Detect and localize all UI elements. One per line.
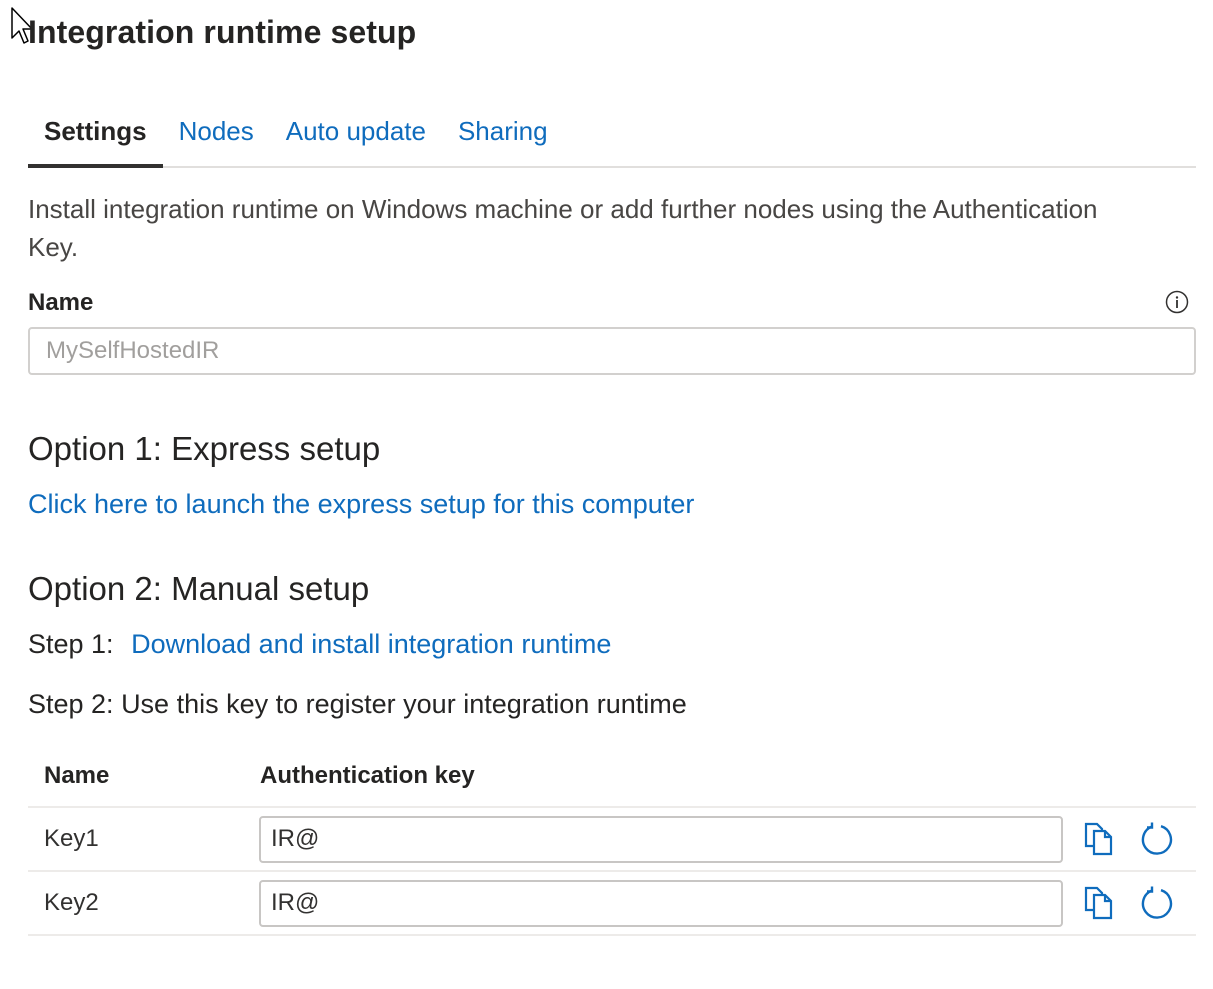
refresh-icon: [1141, 886, 1173, 919]
download-runtime-link[interactable]: Download and install integration runtime: [131, 629, 611, 659]
key1-value-field[interactable]: [259, 815, 1063, 863]
tab-settings[interactable]: Settings: [28, 108, 163, 168]
copy-key1-button[interactable]: [1079, 819, 1119, 859]
table-row: Key1: [28, 808, 1196, 872]
step1-row: Step 1: Download and install integration…: [28, 629, 611, 660]
key-name: Key1: [44, 825, 99, 852]
key-name: Key2: [44, 889, 99, 916]
express-setup-heading: Option 1: Express setup: [28, 430, 381, 467]
copy-key2-button[interactable]: [1079, 883, 1119, 923]
step2-text: Step 2: Use this key to register your in…: [28, 689, 687, 719]
info-icon[interactable]: [1165, 290, 1189, 314]
name-input[interactable]: [28, 327, 1196, 375]
step1-label: Step 1:: [28, 629, 114, 659]
express-setup-link[interactable]: Click here to launch the express setup f…: [28, 489, 694, 520]
copy-icon: [1084, 886, 1113, 920]
integration-runtime-setup-panel: Integration runtime setup Settings Nodes…: [0, 0, 1213, 989]
tab-bar: Settings Nodes Auto update Sharing: [28, 108, 1196, 168]
refresh-icon: [1141, 822, 1173, 855]
setup-description: Install integration runtime on Windows m…: [28, 194, 1098, 262]
page-title: Integration runtime setup: [28, 14, 417, 50]
name-field-label: Name: [28, 289, 94, 316]
key2-value-field[interactable]: [259, 879, 1063, 927]
tab-auto-update[interactable]: Auto update: [270, 108, 442, 166]
table-header: Name Authentication key: [28, 745, 1196, 808]
regenerate-key2-button[interactable]: [1137, 883, 1177, 923]
table-row: Key2: [28, 872, 1196, 936]
column-header-name: Name: [44, 761, 110, 789]
tab-nodes[interactable]: Nodes: [163, 108, 270, 166]
regenerate-key1-button[interactable]: [1137, 819, 1177, 859]
manual-setup-heading: Option 2: Manual setup: [28, 570, 370, 607]
copy-icon: [1084, 822, 1113, 856]
tab-sharing[interactable]: Sharing: [442, 108, 564, 166]
auth-keys-table: Name Authentication key Key1 Key2: [28, 745, 1196, 936]
column-header-auth-key: Authentication key: [260, 761, 475, 789]
